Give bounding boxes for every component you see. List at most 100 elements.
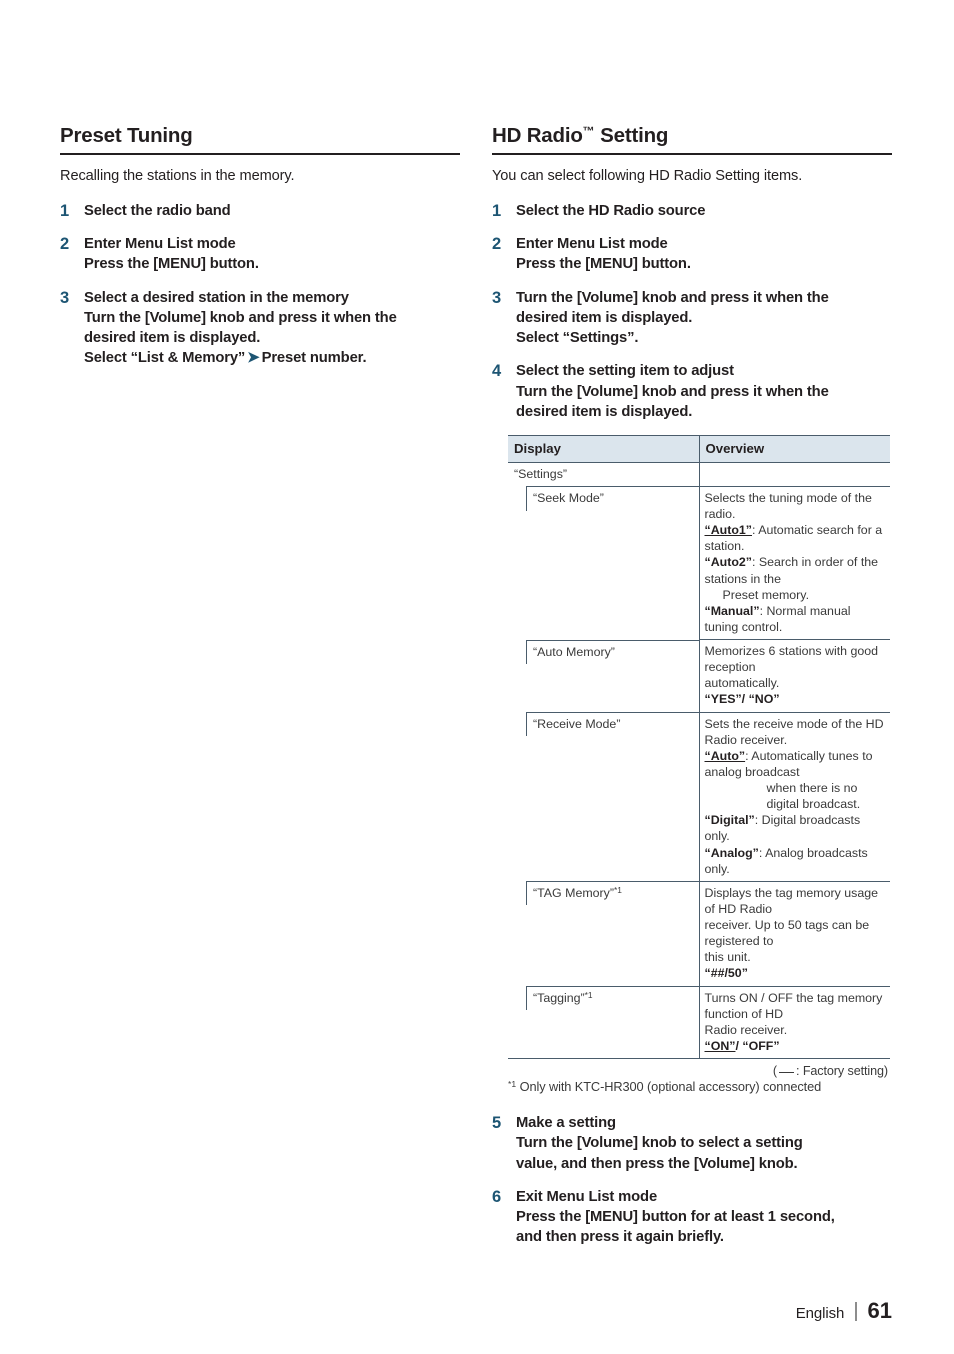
display-label: “Tagging”	[533, 991, 585, 1006]
footer-page-number: 61	[867, 1298, 892, 1323]
step-left-2: 2 Enter Menu List mode Press the [MENU] …	[60, 234, 460, 275]
overview-line: Selects the tuning mode of the radio.	[704, 490, 872, 522]
table-bottom-rule	[508, 1058, 890, 1060]
step-line: desired item is displayed.	[516, 309, 693, 326]
step-line: Select “Settings”.	[516, 330, 639, 347]
overview-text: Preset memory.	[722, 587, 810, 602]
display-label: “TAG Memory”	[533, 886, 614, 901]
table-row: “TAG Memory”*1 Displays the tag memory u…	[508, 880, 890, 987]
setting-value: “Auto1”	[704, 523, 753, 538]
step-number: 6	[492, 1187, 502, 1206]
step-title: Turn the [Volume] knob and press it when…	[516, 289, 829, 306]
setting-value: “##/50”	[704, 966, 748, 981]
cell-overview: Memorizes 6 stations with good reception…	[699, 639, 890, 713]
left-column: Preset Tuning Recalling the stations in …	[60, 124, 460, 382]
hd-radio-settings-table-wrap: Display Overview “Settings” “Seek Mode”	[508, 435, 890, 1094]
right-column: HD Radio™ Setting You can select followi…	[492, 124, 892, 1261]
step-right-2: 2 Enter Menu List mode Press the [MENU] …	[492, 234, 892, 275]
heading-main: HD Radio	[492, 124, 583, 147]
step-title: Select a desired station in the memory	[84, 289, 349, 306]
note-text: : Factory setting)	[796, 1064, 888, 1079]
cell-overview: Displays the tag memory usage of HD Radi…	[699, 880, 890, 987]
column-header-overview: Overview	[699, 435, 890, 464]
page-title-hd-radio-setting: HD Radio™ Setting	[492, 124, 892, 148]
step-line: Press the [MENU] button.	[84, 256, 259, 273]
footnote-marker: *1	[614, 885, 622, 896]
select-suffix: Preset number.	[261, 350, 367, 367]
step-title: Enter Menu List mode	[84, 235, 236, 252]
step-line: Press the [MENU] button.	[516, 256, 691, 273]
table-header-row: Display Overview	[508, 435, 890, 464]
step-right-4: 4 Select the setting item to adjust Turn…	[492, 361, 892, 422]
select-prefix: Select “List & Memory”	[84, 350, 246, 367]
step-title: Make a setting	[516, 1115, 616, 1132]
cell-display: “Auto Memory”	[508, 639, 700, 713]
hd-radio-settings-table: Display Overview “Settings” “Seek Mode”	[508, 435, 890, 1059]
page-title-preset-tuning: Preset Tuning	[60, 124, 193, 147]
chevron-right-icon: ➤	[247, 349, 260, 367]
overview-line: Preset memory.	[705, 587, 887, 603]
footnote-marker: *1	[508, 1079, 517, 1090]
overview-line: receiver. Up to 50 tags can be registere…	[704, 918, 870, 949]
overview-line: Turns ON / OFF the tag memory function o…	[704, 990, 883, 1021]
footnote-text: Only with KTC-HR300 (optional accessory)…	[519, 1079, 822, 1095]
manual-page: Preset Tuning Recalling the stations in …	[0, 0, 954, 1354]
table-row: “Seek Mode” Selects the tuning mode of t…	[508, 485, 890, 640]
step-select-line: Select “List & Memory” ➤ Preset number.	[84, 348, 460, 369]
note-open-paren: (	[772, 1064, 778, 1079]
setting-value: “Digital”	[704, 813, 755, 828]
cell-display: “TAG Memory”*1	[508, 881, 700, 987]
step-title: Select the HD Radio source	[516, 202, 706, 219]
setting-value: “ON”	[704, 1038, 736, 1053]
step-line: Press the [MENU] button for at least 1 s…	[516, 1209, 835, 1226]
overview-line: “Analog”: Analog broadcasts only.	[705, 845, 887, 877]
step-line: and then press it again briefly.	[516, 1229, 724, 1246]
overview-line: “Auto1”: Automatic search for a station.	[705, 522, 887, 554]
footnote-note: *1 Only with KTC-HR300 (optional accesso…	[508, 1079, 890, 1094]
cell-display: “Receive Mode”	[508, 712, 700, 882]
step-number: 4	[492, 362, 502, 381]
setting-value: “Analog”	[704, 845, 759, 860]
overview-line: “YES”/ “NO”	[705, 691, 887, 707]
step-right-3: 3 Turn the [Volume] knob and press it wh…	[492, 288, 892, 349]
overview-line: when there is no digital broadcast.	[766, 781, 861, 812]
intro-text-left: Recalling the stations in the memory.	[60, 167, 295, 184]
step-title: Select the radio band	[84, 202, 231, 219]
step-title: Enter Menu List mode	[516, 235, 668, 252]
setting-value: “YES”/ “NO”	[704, 692, 780, 707]
overview-line: “Auto”: Automatically tunes to analog br…	[705, 748, 887, 780]
footer-language: English	[795, 1305, 845, 1322]
overview-line: “Manual”: Normal manual tuning control.	[705, 603, 887, 635]
trademark-icon: ™	[582, 124, 595, 138]
overview-line: “ON”/ “OFF”	[705, 1038, 887, 1054]
column-header-display: Display	[508, 435, 700, 464]
page-footer: English 61	[796, 1298, 892, 1324]
step-number: 1	[492, 201, 502, 220]
overview-line: Radio receiver.	[704, 1022, 788, 1037]
setting-value-alt: / “OFF”	[735, 1038, 780, 1053]
step-number: 3	[60, 288, 70, 307]
cell-overview: Selects the tuning mode of the radio. “A…	[699, 485, 890, 640]
setting-value: “Auto2”	[704, 555, 753, 570]
step-right-5: 5 Make a setting Turn the [Volume] knob …	[492, 1113, 892, 1174]
cell-display: “Settings”	[508, 462, 700, 487]
heading-suffix: Setting	[594, 124, 669, 147]
footnote-marker: *1	[584, 990, 593, 1001]
cell-display: “Tagging”*1	[508, 986, 700, 1059]
overview-line: Memorizes 6 stations with good reception	[704, 644, 879, 675]
step-title: Exit Menu List mode	[516, 1188, 658, 1205]
overview-line: automatically.	[704, 676, 780, 691]
step-line: Turn the [Volume] knob and press it when…	[84, 309, 397, 326]
step-number: 2	[492, 234, 502, 253]
table-row: “Tagging”*1 Turns ON / OFF the tag memor…	[508, 985, 890, 1059]
footer-separator	[855, 1301, 857, 1321]
underline-mark-icon	[779, 1072, 795, 1074]
step-left-1: 1 Select the radio band	[60, 201, 460, 221]
heading-rule-left	[60, 152, 460, 155]
table-row-settings-parent: “Settings”	[508, 462, 890, 487]
step-line: Turn the [Volume] knob and press it when…	[516, 383, 829, 400]
step-line: desired item is displayed.	[84, 330, 261, 347]
display-label: “Receive Mode”	[533, 717, 621, 732]
table-row: “Receive Mode” Sets the receive mode of …	[508, 711, 890, 882]
step-line: desired item is displayed.	[516, 403, 693, 420]
